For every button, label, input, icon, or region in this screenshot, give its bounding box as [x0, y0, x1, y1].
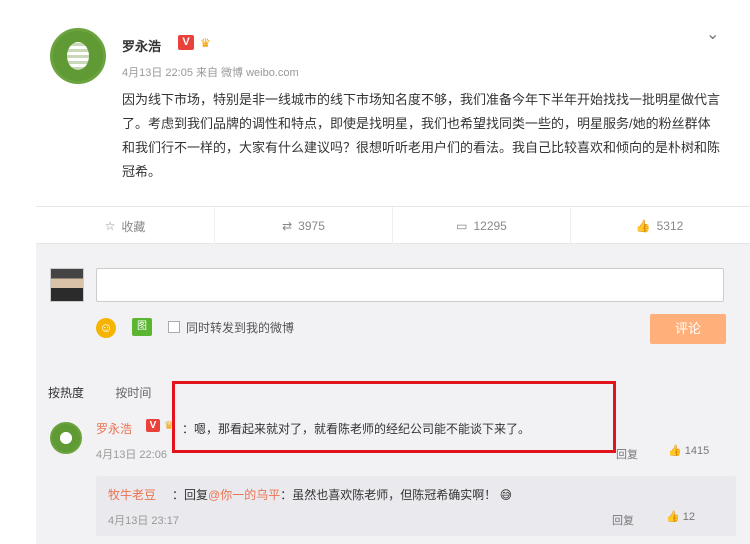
emoji-icon[interactable]: ☺ — [96, 318, 116, 338]
sort-tabs: 按热度 按时间 — [48, 384, 179, 401]
crown-icon: ♛ — [164, 420, 174, 432]
comment-reply-button[interactable]: 回复 — [616, 446, 638, 462]
comment-author-avatar[interactable] — [50, 422, 82, 454]
favorite-button[interactable]: ☆ 收藏 — [36, 207, 214, 245]
thumbs-up-icon: 👍 — [635, 219, 651, 233]
reply-author-name[interactable]: 牧牛老豆 — [108, 486, 156, 503]
reply-like-count: 12 — [682, 511, 696, 523]
reply-like-button[interactable]: 👍 12 — [666, 510, 695, 523]
comment-count: 12295 — [473, 219, 507, 233]
comment-like-count: 1415 — [684, 445, 710, 457]
comments-section: ☺ 图 同时转发到我的微博 评论 按热度 按时间 罗永浩 V ♛ ：嗯，那看起来… — [36, 244, 750, 544]
post-body: 因为线下市场，特别是非一线城市的线下市场知名度不够，我们准备今年下半年开始找找一… — [122, 92, 721, 179]
like-count: 5312 — [656, 219, 684, 233]
author-avatar[interactable] — [50, 28, 106, 84]
repost-icon: ⇄ — [282, 219, 293, 233]
post-actions-bar: ☆ 收藏 ⇄ 3975 ▭ 12295 👍 5312 — [36, 206, 750, 245]
comment-text: ：嗯，那看起来就对了，就看陈老师的经纪公司能不能谈下来了。 — [182, 422, 531, 436]
nested-reply: 牧牛老豆 ：回复@你一的乌平：虽然也喜欢陈老师，但陈冠希确实啊！ 😅 4月13日… — [96, 476, 736, 536]
repost-count: 3975 — [298, 219, 325, 233]
reply-mention-link[interactable]: @你一的乌平 — [208, 488, 280, 502]
post-meta: 4月13日 22:05 来自 微博 weibo.com — [122, 67, 299, 79]
repost-option-label: 同时转发到我的微博 — [186, 321, 295, 335]
repost-checkbox[interactable] — [168, 321, 180, 333]
verified-badge-icon: V — [178, 35, 194, 50]
comment-button[interactable]: ▭ 12295 — [392, 207, 570, 245]
comment-input[interactable] — [96, 268, 724, 302]
image-icon[interactable]: 图 — [132, 318, 152, 336]
chevron-down-icon[interactable]: ⌄ — [706, 24, 719, 44]
comment-time: 4月13日 22:06 — [96, 449, 167, 461]
crown-icon: ♛ — [200, 36, 211, 50]
reply-body: ：虽然也喜欢陈老师，但陈冠希确实啊！ — [280, 488, 497, 502]
reply-text: ：回复@你一的乌平：虽然也喜欢陈老师，但陈冠希确实啊！ 😅 — [172, 486, 512, 503]
tab-sort-time[interactable]: 按时间 — [115, 386, 151, 400]
like-button[interactable]: 👍 5312 — [570, 207, 748, 245]
tab-sort-hot[interactable]: 按热度 — [48, 386, 84, 400]
reply-time: 4月13日 23:17 — [108, 515, 179, 527]
reply-prefix: ：回复 — [172, 488, 209, 502]
weibo-post: 罗永浩 V ♛ 4月13日 22:05 来自 微博 weibo.com ⌄ 因为… — [0, 0, 750, 206]
verified-badge-icon: V — [146, 419, 160, 432]
comment-like-button[interactable]: 👍 1415 — [668, 444, 709, 457]
reply-reply-button[interactable]: 回复 — [612, 512, 634, 528]
favorite-label: 收藏 — [121, 219, 146, 234]
current-user-avatar — [50, 268, 84, 302]
star-icon: ☆ — [104, 219, 116, 233]
thumbs-up-icon: 👍 — [668, 445, 682, 457]
repost-button[interactable]: ⇄ 3975 — [214, 207, 392, 245]
post-author-name[interactable]: 罗永浩 — [122, 36, 161, 55]
comment-icon: ▭ — [456, 219, 468, 233]
emoji-icon: 😅 — [499, 488, 513, 502]
submit-comment-button[interactable]: 评论 — [650, 314, 726, 344]
thumbs-up-icon: 👍 — [666, 511, 680, 523]
comment-author-name[interactable]: 罗永浩 — [96, 420, 132, 437]
